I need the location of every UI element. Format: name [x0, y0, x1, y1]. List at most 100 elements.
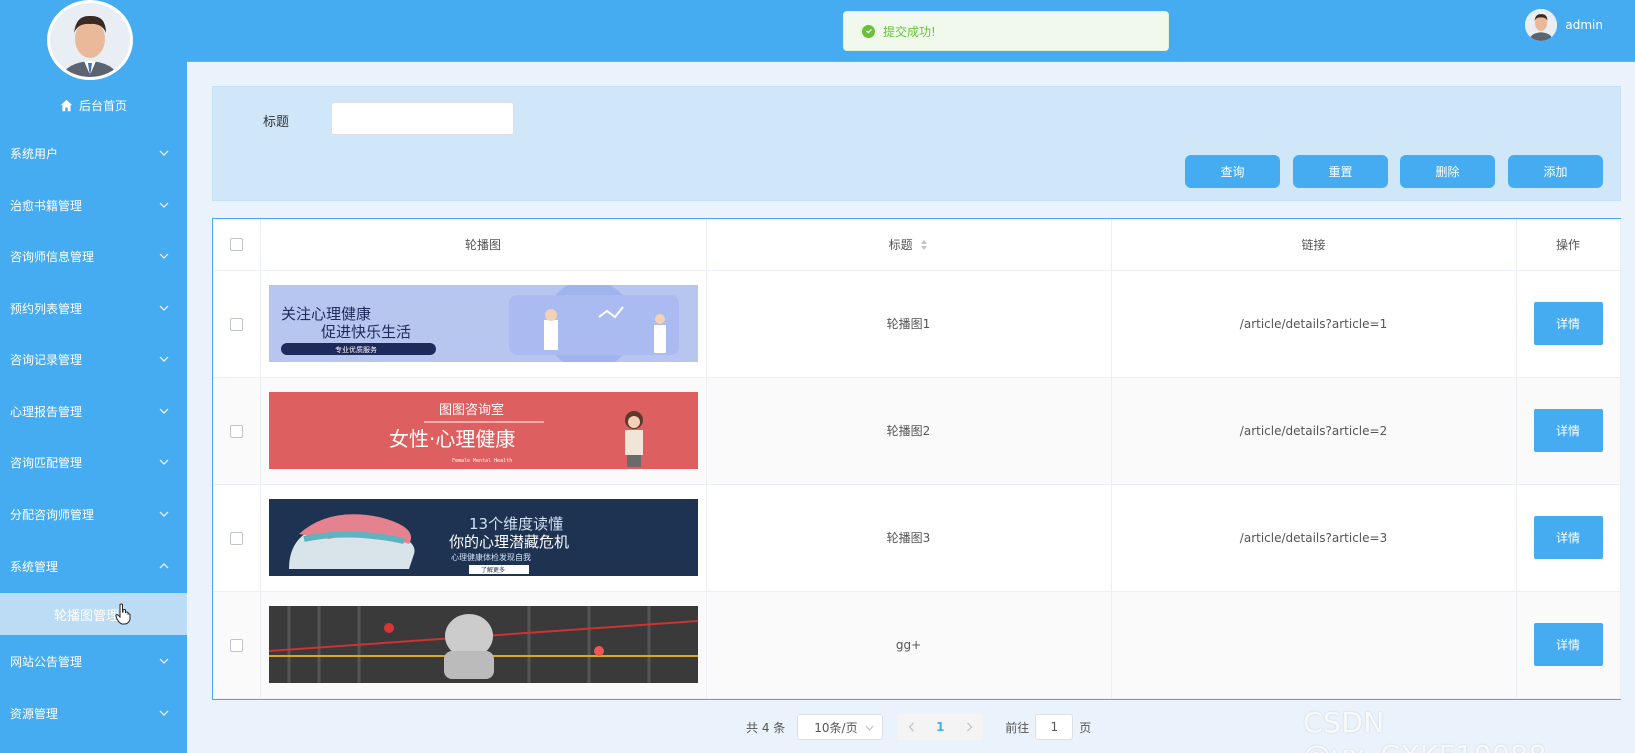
sidebar-item-2[interactable]: 咨询师信息管理 [0, 236, 187, 276]
select-all-checkbox[interactable] [229, 238, 243, 252]
column-header-image: 轮播图 [260, 219, 707, 271]
prev-page-button[interactable] [897, 714, 926, 740]
goto-page-input[interactable]: 1 [1035, 714, 1074, 740]
banner-2-line-1: 图图咨询室 [439, 402, 504, 418]
avatar-image [50, 3, 130, 77]
sidebar-item-5[interactable]: 心理报告管理 [0, 391, 187, 431]
goto-suffix: 页 [1079, 720, 1092, 735]
row-checkbox[interactable] [229, 531, 243, 545]
banner-image-4 [268, 606, 698, 683]
select-all-cell [213, 219, 261, 271]
sidebar-item-0[interactable]: 系统用户 [0, 133, 187, 173]
detail-button[interactable]: 详情 [1533, 409, 1603, 452]
row-link: /article/details?article=1 [1111, 270, 1517, 378]
sidebar-item-label: 咨询师信息管理 [10, 249, 95, 264]
chevron-down-icon [159, 202, 169, 208]
row-title: gg+ [706, 591, 1112, 699]
row-link: /article/details?article=2 [1111, 377, 1517, 485]
page-size-select[interactable]: 10条/页 [797, 714, 884, 740]
sidebar-item-1[interactable]: 治愈书籍管理 [0, 185, 187, 225]
chevron-down-icon [159, 408, 169, 414]
top-bar: 提交成功! admin [187, 0, 1635, 62]
column-header-action: 操作 [1516, 219, 1621, 271]
page-number-current[interactable]: 1 [925, 714, 956, 740]
sidebar-item-8[interactable]: 系统管理 [0, 546, 187, 586]
check-circle-icon [862, 24, 875, 38]
sidebar-item-banner-management[interactable]: 轮播图管理 [0, 593, 187, 635]
page-size-value: 10条/页 [814, 720, 858, 735]
sidebar-item-label: 系统管理 [10, 559, 59, 574]
row-checkbox[interactable] [229, 638, 243, 652]
sidebar-item-label: 预约列表管理 [10, 301, 83, 316]
chevron-down-icon [159, 253, 169, 259]
toast-message: 提交成功! [883, 24, 936, 39]
sidebar-item-6[interactable]: 咨询匹配管理 [0, 442, 187, 482]
banner-image-3: 13个维度读懂 你的心理潜藏危机 心理健康体检发现自我 了解更多 [268, 499, 698, 576]
column-header-title-label: 标题 [888, 237, 913, 252]
chevron-down-icon [159, 511, 169, 517]
home-icon [60, 99, 73, 111]
sidebar: 后台首页 系统用户治愈书籍管理 咨询师信息管理 预约列表管理 咨询记录管理 心理报告管理… [0, 0, 187, 753]
row-checkbox[interactable] [229, 317, 243, 331]
sidebar-item-label: 心理报告管理 [10, 404, 83, 419]
reset-button[interactable]: 重置 [1293, 155, 1388, 188]
user-menu[interactable]: admin [1525, 9, 1603, 41]
pagination: 共 4 条 10条/页 1 前往 1 页 [746, 714, 1091, 740]
sidebar-item-4[interactable]: 咨询记录管理 [0, 339, 187, 379]
table-row: gg+ 详情 [213, 591, 1621, 699]
sidebar-item-label: 网站公告管理 [10, 654, 83, 669]
search-panel: 标题 查询 重置 删除 添加 [212, 86, 1621, 201]
banner-3-line-2: 你的心理潜藏危机 [449, 533, 569, 551]
sidebar-item-3[interactable]: 预约列表管理 [0, 288, 187, 328]
detail-button[interactable]: 详情 [1533, 302, 1603, 345]
detail-button[interactable]: 详情 [1533, 516, 1603, 559]
banner-3-line-1: 13个维度读懂 [469, 515, 563, 533]
chevron-down-icon [159, 305, 169, 311]
banner-1-line-1: 关注心理健康 [281, 305, 371, 323]
banner-3-line-3: 心理健康体检发现自我 [451, 552, 531, 562]
column-header-link: 链接 [1111, 219, 1517, 271]
total-count: 共 4 条 [746, 720, 786, 735]
title-filter-label: 标题 [263, 115, 290, 130]
row-title: 轮播图3 [706, 484, 1112, 592]
hand-cursor-icon [115, 603, 131, 625]
banner-image-2: 图图咨询室 女性·心理健康 Female Mental Health [268, 392, 698, 469]
sidebar-item-label: 咨询记录管理 [10, 352, 83, 367]
banner-table: 轮播图 标题 链接 操作 关注心理健康 促进快乐生活 专业优质服务 轮播图1 /… [212, 218, 1621, 700]
home-link[interactable]: 后台首页 [0, 94, 187, 116]
banner-1-line-3: 专业优质服务 [335, 345, 377, 354]
user-avatar [1525, 9, 1558, 41]
sidebar-item-7[interactable]: 分配咨询师管理 [0, 494, 187, 534]
chevron-down-icon [159, 459, 169, 465]
sidebar-subitem-label: 轮播图管理 [54, 608, 120, 624]
detail-button[interactable]: 详情 [1533, 623, 1603, 666]
column-header-title[interactable]: 标题 [706, 219, 1112, 271]
chevron-down-icon [159, 658, 169, 664]
chevron-right-icon [966, 722, 973, 732]
row-link [1111, 591, 1517, 699]
chevron-left-icon [908, 722, 914, 732]
watermark: CSDN @vx_CXKF10088 [1303, 706, 1546, 753]
banner-2-line-3: Female Mental Health [452, 458, 512, 464]
query-button[interactable]: 查询 [1185, 155, 1280, 188]
banner-image-1: 关注心理健康 促进快乐生活 专业优质服务 [268, 285, 698, 362]
title-filter-input[interactable] [331, 102, 514, 135]
sidebar-item-10[interactable]: 资源管理 [0, 693, 187, 733]
banner-1-line-2: 促进快乐生活 [321, 323, 411, 341]
table-row: 13个维度读懂 你的心理潜藏危机 心理健康体检发现自我 了解更多 轮播图3 /a… [213, 484, 1621, 592]
sort-icon[interactable] [920, 239, 928, 251]
chevron-down-icon [159, 150, 169, 156]
username: admin [1565, 18, 1603, 32]
add-button[interactable]: 添加 [1508, 155, 1603, 188]
delete-button[interactable]: 删除 [1400, 155, 1495, 188]
sidebar-item-label: 治愈书籍管理 [10, 198, 83, 213]
success-toast: 提交成功! [843, 11, 1169, 51]
sidebar-item-label: 资源管理 [10, 706, 59, 721]
sidebar-item-9[interactable]: 网站公告管理 [0, 641, 187, 681]
chevron-down-icon [159, 356, 169, 362]
table-row: 图图咨询室 女性·心理健康 Female Mental Health 轮播图2 … [213, 377, 1621, 485]
chevron-down-icon [159, 710, 169, 716]
sidebar-item-label: 咨询匹配管理 [10, 455, 83, 470]
next-page-button[interactable] [955, 714, 984, 740]
row-checkbox[interactable] [229, 424, 243, 438]
